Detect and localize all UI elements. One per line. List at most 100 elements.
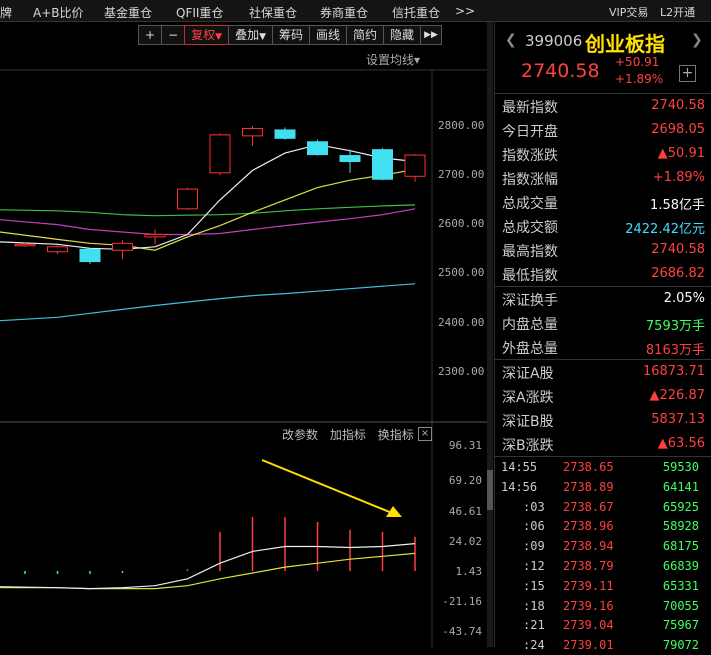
tick-row: :15 2739.11 65331 (495, 576, 711, 596)
quote-row: 最低指数 2686.82 (495, 262, 711, 286)
sub-tick-label: 46.61 (448, 505, 482, 518)
tick-volume: 66839 (662, 558, 699, 573)
tab-more[interactable]: >> (455, 4, 475, 18)
quote-row: 总成交量 1.58亿手 (495, 190, 711, 214)
sub-tick-label: -43.74 (442, 625, 482, 638)
tick-time: :21 (523, 618, 545, 633)
quote-value: 7593万手 (645, 319, 705, 334)
quote-label: 外盘总量 (502, 341, 558, 357)
quote-label: 深B涨跌 (502, 438, 554, 454)
quote-label: 深A涨跌 (502, 390, 554, 406)
quote-label: 深证A股 (502, 366, 554, 382)
index-name: 创业板指 (585, 32, 665, 56)
tick-price: 2738.96 (563, 519, 614, 534)
chart-scrollbar[interactable] (487, 22, 493, 647)
quote-row: 最高指数 2740.58 (495, 238, 711, 262)
tick-volume: 79072 (662, 638, 699, 653)
tab-truncated[interactable]: 牌 (0, 4, 12, 21)
quote-value: ▲226.87 (649, 388, 706, 403)
tick-price: 2738.94 (563, 539, 614, 554)
current-price: 2740.58 (521, 60, 600, 82)
quote-value: ▲63.56 (657, 436, 705, 451)
sub-tick-label: -21.16 (442, 595, 482, 608)
price-tick-label: 2400.00 (438, 316, 485, 329)
quote-value: 2740.58 (651, 242, 705, 257)
quote-panel: ❮ 399006 创业板指 ❯ 2740.58 +50.91 +1.89% + … (494, 22, 711, 652)
tick-row: :03 2738.67 65925 (495, 497, 711, 517)
quote-group-shenzhen: 深证A股 16873.71 深A涨跌 ▲226.87 深证B股 5837.13 深B涨跌 ▲6… (495, 360, 711, 457)
tick-volume: 64141 (662, 479, 699, 494)
tick-volume: 70055 (662, 598, 699, 613)
candle-body (47, 246, 68, 253)
tab-broker-holdings[interactable]: 券商重仓 (320, 4, 368, 21)
chart-area[interactable]: + − 复权▼ 叠加▼ 筹码 画线 简约 隐藏 ▶▶ 设置均线▾ 改参数 加指标… (0, 22, 490, 647)
price-tick-label: 2600.00 (438, 217, 485, 230)
quote-label: 总成交量 (502, 196, 558, 212)
scrollbar-thumb[interactable] (487, 470, 493, 510)
candle-body (144, 233, 166, 238)
candlestick-chart[interactable] (0, 22, 490, 647)
tick-volume: 65331 (662, 578, 699, 593)
candle-body (242, 127, 263, 137)
next-stock-icon[interactable]: ❯ (691, 32, 703, 48)
tick-row: :21 2739.04 75967 (495, 615, 711, 635)
ma-line-cyan (0, 283, 416, 322)
tick-list: 14:55 2738.65 59530 14:56 2738.89 64141:03 273… (495, 457, 711, 655)
quote-row: 深证A股 16873.71 (495, 360, 711, 384)
quote-value: 2740.58 (651, 98, 705, 113)
quote-row: 深A涨跌 ▲226.87 (495, 384, 711, 408)
add-indicator-button[interactable]: 加指标 (330, 428, 366, 442)
quote-value: 2422.42亿元 (625, 222, 705, 237)
price-tick-label: 2300.00 (438, 365, 485, 378)
candle-body (339, 155, 361, 162)
tick-price: 2738.79 (563, 558, 614, 573)
quote-row: 指数涨跌 ▲50.91 (495, 142, 711, 166)
candle-body (14, 243, 36, 247)
quote-label: 内盘总量 (502, 317, 558, 333)
candle-body (79, 248, 101, 263)
tick-volume: 65925 (662, 499, 699, 514)
tick-price: 2738.65 (563, 460, 614, 474)
price-tick-label: 2800.00 (438, 119, 485, 132)
quote-group-main: 最新指数 2740.58 今日开盘 2698.05 指数涨跌 ▲50.91 指数涨幅 +1.8… (495, 94, 711, 287)
candle-body (404, 154, 426, 177)
quote-row: 深证B股 5837.13 (495, 408, 711, 432)
tab-trust-holdings[interactable]: 信托重仓 (392, 4, 440, 21)
tick-time: 14:55 (501, 460, 538, 474)
edit-params-button[interactable]: 改参数 (282, 428, 318, 442)
vip-trade-link[interactable]: VIP交易 (609, 4, 648, 20)
quote-row: 最新指数 2740.58 (495, 94, 711, 118)
quote-row: 总成交额 2422.42亿元 (495, 214, 711, 238)
close-indicator-icon[interactable]: × (418, 427, 432, 441)
tab-fund-holdings[interactable]: 基金重仓 (104, 4, 152, 21)
tab-qfii-holdings[interactable]: QFII重仓 (176, 4, 223, 21)
candle-body (274, 129, 296, 139)
quote-header: ❮ 399006 创业板指 ❯ 2740.58 +50.91 +1.89% + (495, 22, 711, 94)
price-tick-label: 2500.00 (438, 266, 485, 279)
tick-price: 2738.67 (563, 499, 614, 514)
tick-volume: 68175 (662, 539, 699, 554)
annotation-arrow-line (261, 459, 393, 514)
quote-value: 16873.71 (642, 364, 705, 379)
prev-stock-icon[interactable]: ❮ (505, 32, 517, 48)
quote-row: 深证换手 2.05% (495, 287, 711, 311)
tick-volume: 58928 (662, 519, 699, 534)
tick-row: :06 2738.96 58928 (495, 516, 711, 536)
change-indicator-button[interactable]: 换指标 (378, 428, 414, 442)
quote-label: 最低指数 (502, 268, 558, 284)
add-watchlist-button[interactable]: + (679, 65, 696, 82)
quote-row: 深B涨跌 ▲63.56 (495, 432, 711, 456)
tick-time: :24 (523, 638, 545, 653)
tick-price: 2739.04 (563, 618, 614, 633)
tick-row: :12 2738.79 66839 (495, 556, 711, 576)
sub-tick-label: 24.02 (448, 535, 482, 548)
sub-line-yellow (0, 552, 416, 590)
tab-ab-ratio[interactable]: A+B比价 (33, 4, 84, 21)
tab-social-security-holdings[interactable]: 社保重仓 (249, 4, 297, 21)
candle-body (112, 242, 133, 251)
tick-price: 2739.01 (563, 638, 614, 653)
quote-value: 5837.13 (651, 412, 705, 427)
quote-label: 最高指数 (502, 244, 558, 260)
l2-open-link[interactable]: L2开通 (660, 4, 695, 20)
quote-value: 2.05% (663, 291, 705, 306)
